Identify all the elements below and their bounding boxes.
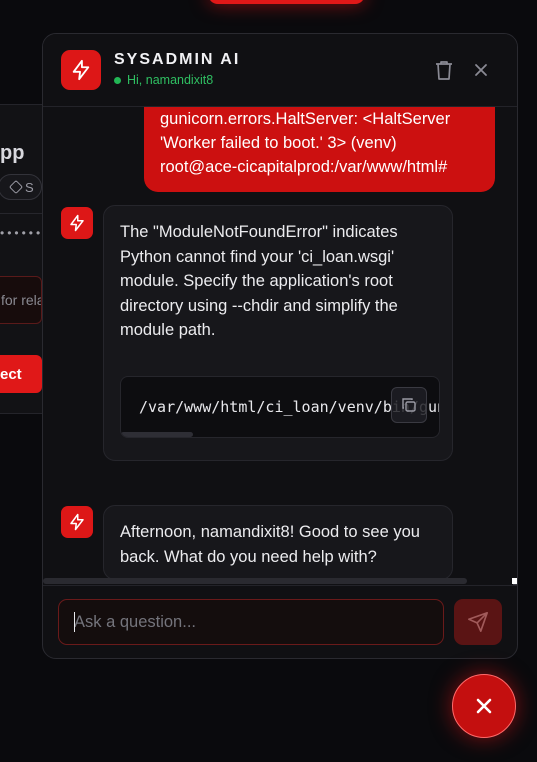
assistant-avatar — [61, 506, 93, 538]
text-caret — [74, 612, 75, 632]
horizontal-scrollbar[interactable] — [43, 578, 467, 584]
send-icon — [468, 612, 488, 632]
scrollbar-corner — [512, 578, 517, 584]
background-tag-label: S — [25, 179, 34, 195]
background-top-button — [208, 0, 365, 4]
chat-input[interactable] — [58, 599, 444, 645]
close-icon — [475, 64, 487, 76]
copy-code-button[interactable] — [391, 387, 427, 423]
code-block[interactable]: /var/www/html/ci_loan/venv/bin/gunicorn — [120, 376, 440, 438]
close-icon — [476, 698, 492, 714]
background-action-button: ect — [0, 355, 42, 393]
assistant-message: The "ModuleNotFoundError" indicates Pyth… — [103, 205, 453, 461]
lightning-bolt-icon — [70, 513, 84, 531]
tag-icon — [8, 179, 24, 195]
close-assistant-fab[interactable] — [452, 674, 516, 738]
chat-header: SYSADMIN AI Hi, namandixit8 — [43, 34, 517, 107]
background-tag: S — [0, 174, 42, 200]
close-chat-button[interactable] — [469, 58, 493, 82]
trash-icon — [436, 61, 452, 80]
message-list[interactable]: gunicorn.errors.HaltServer: <HaltServer … — [43, 107, 517, 585]
code-scrollbar[interactable] — [121, 432, 193, 437]
clear-chat-button[interactable] — [432, 58, 456, 82]
chat-title: SYSADMIN AI — [114, 51, 241, 68]
send-button[interactable] — [454, 599, 502, 645]
lightning-bolt-icon — [70, 214, 84, 232]
user-message: gunicorn.errors.HaltServer: <HaltServer … — [144, 107, 495, 192]
assistant-avatar — [61, 207, 93, 239]
online-status-dot — [114, 76, 121, 84]
background-input: for rela — [0, 276, 42, 324]
assistant-message-text: The "ModuleNotFoundError" indicates Pyth… — [120, 223, 398, 339]
chat-panel: SYSADMIN AI Hi, namandixit8 gunicorn.err… — [42, 33, 518, 659]
chat-input-row — [43, 585, 517, 658]
copy-icon — [402, 398, 416, 412]
chat-status: Hi, namandixit8 — [114, 73, 213, 87]
assistant-message: Afternoon, namandixit8! Good to see you … — [103, 505, 453, 580]
chat-status-text: Hi, namandixit8 — [127, 73, 214, 87]
background-app-title: pp — [0, 142, 25, 164]
lightning-bolt-icon — [61, 50, 101, 90]
background-divider — [0, 213, 42, 214]
